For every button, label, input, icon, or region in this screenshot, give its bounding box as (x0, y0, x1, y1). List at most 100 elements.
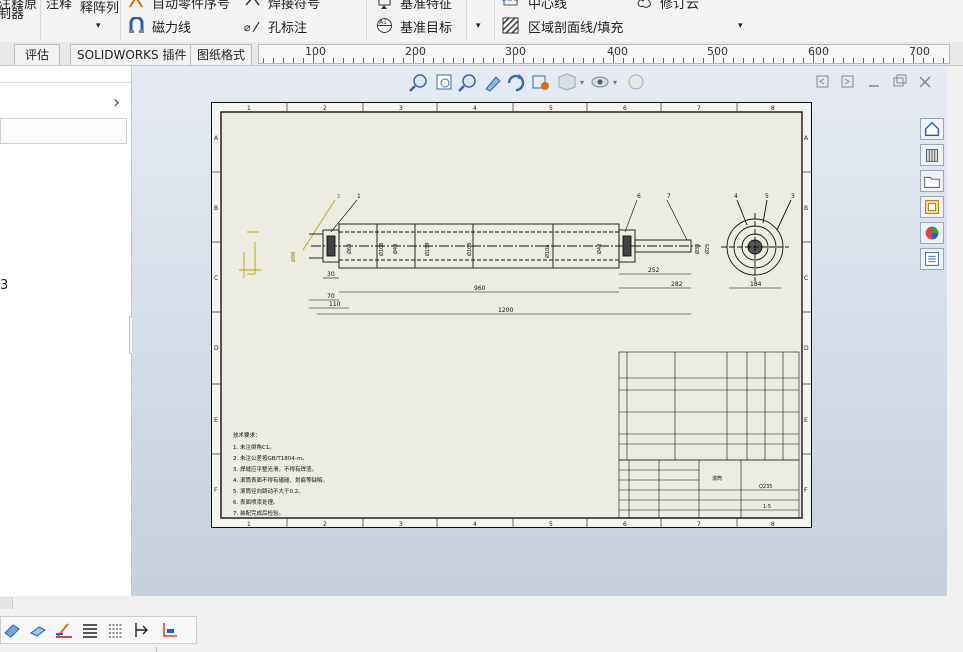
title-block-material: Q235 (759, 484, 772, 490)
note-line: 3. 焊缝应平整光滑，不得有焊渣。 (233, 465, 317, 473)
ruler-tick (483, 58, 484, 63)
ruler-tick (493, 58, 494, 63)
dim-v6: Ø108 (544, 245, 551, 258)
zoom-area-icon (436, 74, 452, 90)
line-format-settings-icon[interactable] (161, 621, 179, 639)
ribbon-separator (366, 0, 367, 40)
zone-row-label: D (804, 345, 809, 352)
dim-v3: Ø48 (392, 244, 399, 254)
ribbon-item-centerline[interactable]: 中心线 (528, 0, 567, 12)
appearances-icon[interactable] (920, 222, 944, 244)
zone-col-label: 1 (247, 521, 251, 528)
display-style-icon (558, 73, 576, 91)
ruler-tick (733, 58, 734, 63)
note-line: 2. 未注公差按GB/T1804-m。 (233, 454, 308, 462)
ribbon-item-magnet-line[interactable]: 磁力线 (152, 17, 191, 36)
ruler-tick (533, 58, 534, 63)
ruler-tick (593, 58, 594, 63)
zone-row-label: F (214, 487, 218, 494)
title-block-scale: 1:5 (763, 504, 771, 510)
zone-row-label: D (214, 345, 219, 352)
zone-col-label: 5 (549, 521, 553, 528)
ruler-tick (423, 58, 424, 63)
layer-properties-icon[interactable] (3, 621, 21, 639)
design-library-icon[interactable] (920, 144, 944, 166)
ruler-tick (793, 58, 794, 63)
hide-show-edges-icon[interactable] (107, 621, 125, 639)
dim-v8: Ø30 (694, 244, 701, 254)
magnet-line-icon (129, 17, 144, 33)
line-style-icon[interactable] (81, 621, 99, 639)
graphics-area[interactable]: ▾ ▾ 1 2 3 4 5 6 7 8 1 2 3 4 5 6 7 8 A B … (132, 66, 947, 596)
panel-header (0, 66, 131, 83)
ruler-tick (433, 58, 434, 63)
home-icon[interactable] (920, 118, 944, 140)
ruler-label: 300 (505, 45, 526, 58)
ruler-label: 200 (405, 45, 426, 58)
ruler-tick (713, 54, 714, 63)
tab-sheet-format[interactable]: 图纸格式 (190, 44, 253, 65)
chevron-down-icon[interactable]: ▾ (738, 21, 743, 31)
file-explorer-icon[interactable] (920, 170, 944, 192)
ribbon-item-revision-cloud[interactable]: 修订云 (660, 0, 699, 12)
ribbon-item-datum-target[interactable]: 基准目标 (400, 17, 452, 36)
ribbon-item-hole-callout[interactable]: 孔标注 (268, 17, 307, 36)
chevron-right-icon[interactable]: › (113, 92, 120, 113)
tab-solidworks-addins[interactable]: SOLIDWORKS 插件 (70, 44, 194, 65)
note-line: 7. 装配完成后检验。 (233, 509, 284, 517)
dim-1200: 1200 (498, 307, 513, 314)
ruler-tick (843, 58, 844, 63)
ruler-tick (763, 58, 764, 63)
ruler-tick (653, 58, 654, 63)
zone-col-label: 4 (473, 521, 477, 528)
view-palette-icon[interactable] (920, 196, 944, 218)
ruler-tick (263, 58, 264, 63)
ruler-tick (323, 58, 324, 63)
pan-icon (485, 76, 501, 92)
ribbon-item-annotation[interactable]: 注释 (46, 0, 72, 12)
balloon-label: 7 (667, 193, 671, 200)
color-display-mode-icon[interactable] (133, 621, 151, 639)
chevron-down-icon[interactable]: ▾ (476, 21, 481, 31)
line-thickness-icon[interactable] (55, 621, 73, 639)
ribbon-item-hatch-fill[interactable]: 区域剖面线/填充 (528, 17, 623, 36)
ruler-tick (643, 58, 644, 63)
custom-properties-icon[interactable] (920, 248, 944, 270)
ribbon-item-datum-feature[interactable]: 基准特征 (400, 0, 452, 12)
line-color-icon[interactable] (29, 621, 47, 639)
ruler-tick (913, 54, 914, 63)
ribbon-separator (466, 0, 467, 40)
window-controls[interactable] (814, 74, 940, 90)
ruler-tick (453, 58, 454, 63)
centerline-icon (502, 0, 519, 6)
maximize-icon (893, 74, 907, 87)
ruler-tick (633, 58, 634, 63)
hatch-fill-icon (502, 17, 519, 34)
ruler-tick (303, 58, 304, 63)
datum-target-icon: A1 (377, 18, 392, 33)
zone-col-label: 1 (247, 105, 251, 112)
ribbon-item-weld-symbol[interactable]: 焊接符号 (268, 0, 320, 12)
ribbon-item-pattern[interactable]: 释阵列 (80, 0, 119, 16)
chevron-down-icon[interactable]: ▾ (96, 21, 101, 31)
tab-evaluate[interactable]: 评估 (14, 44, 60, 65)
line-format-toolbar (0, 616, 197, 644)
notes-title: 技术要求： (233, 431, 261, 439)
zone-col-label: 6 (623, 521, 627, 528)
svg-text:A1: A1 (379, 19, 387, 26)
ruler-tick (473, 58, 474, 63)
filter-field[interactable] (0, 118, 127, 144)
zone-row-label: C (214, 275, 218, 282)
ribbon-item-auto-balloon[interactable]: 自动零件序号 (152, 0, 230, 12)
drawing-sheet[interactable]: 1 2 3 4 5 6 7 8 1 2 3 4 5 6 7 8 A B C D … (211, 102, 812, 528)
balloon-label: 1 (357, 193, 361, 200)
zone-col-label: 6 (623, 105, 627, 112)
ruler-tick (363, 58, 364, 63)
close-icon (919, 76, 931, 88)
zone-col-label: 5 (549, 105, 553, 112)
ruler-tick (413, 54, 414, 63)
ribbon-item-controller[interactable]: 制器 (0, 3, 24, 22)
weld-symbol-icon (245, 0, 260, 6)
note-line: 5. 滚筒径向跳动不大于0.2。 (233, 487, 304, 495)
ruler-label: 600 (808, 45, 829, 58)
